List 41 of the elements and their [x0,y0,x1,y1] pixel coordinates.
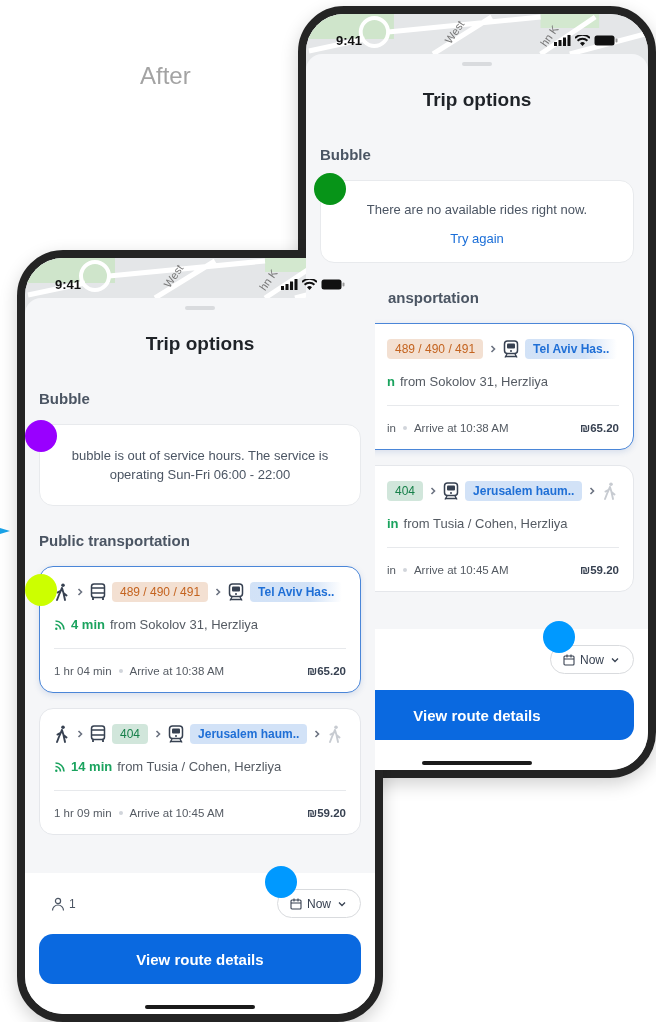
after-heading: After [140,62,191,90]
route-chip: 489 / 490 / 491 [112,582,209,602]
route-chip: Tel Aviv Has.. [525,339,618,359]
route-chip: Tel Aviv Has.. [250,582,343,602]
trip-duration: in [387,563,396,578]
stop-text: from Tusia / Cohen, Herzliya [403,515,568,533]
route-chip: Jerusalem haum.. [190,724,308,744]
sheet-title: Trip options [421,88,533,112]
status-time: 9:41 [336,32,363,48]
arrival-time: Arrive at 10:45 AM [413,563,509,578]
stop-text: from Sokolov 31, Herzliya [109,616,259,634]
arrival-time: Arrive at 10:38 AM [129,664,225,679]
sheet-title: Trip options [144,332,256,356]
wait-time: n [387,373,395,391]
arrival-time: Arrive at 10:45 AM [129,806,225,821]
stop-text: from Tusia / Cohen, Herzliya [117,758,282,776]
trip-duration: in [387,421,396,436]
route-chip: 489 / 490 / 491 [387,339,484,359]
passenger-count: 1 [69,896,76,911]
stop-text: from Sokolov 31, Herzliya [399,373,549,391]
route-chip: 404 [112,724,149,744]
trip-price: ₪65.20 [580,421,619,436]
wait-time: in [387,515,399,533]
trip-duration: 1 hr 09 min [54,806,112,821]
trip-price: ₪59.20 [580,563,619,578]
section-title: Bubble [39,390,91,408]
route-chip: Jerusalem haum.. [465,481,583,501]
street-label: hn K [256,267,280,293]
section-title: Bubble [320,146,372,164]
wait-time: 14 min [71,758,113,776]
notice-message: There are no available rides right now. [366,201,588,219]
section-title: ansportation [387,289,480,307]
street-label: hn K [537,23,561,49]
status-time: 9:41 [55,276,82,292]
wait-time: 4 min [71,616,105,634]
trip-duration: 1 hr 04 min [54,664,112,679]
arrival-time: Arrive at 10:38 AM [413,421,509,436]
section-title: Public transportation [39,532,191,550]
route-chip: 404 [387,481,424,501]
trip-price: ₪59.20 [307,806,346,821]
trip-price: ₪65.20 [307,664,346,679]
